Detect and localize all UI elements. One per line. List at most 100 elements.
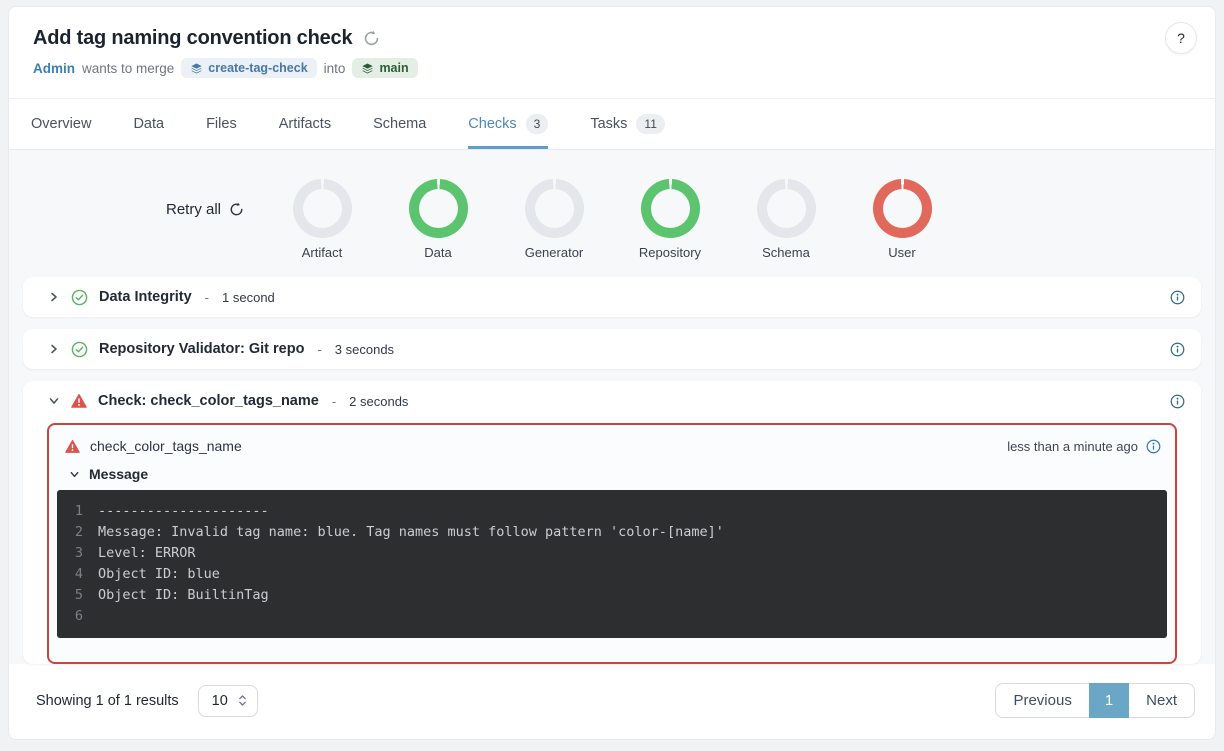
results-count: Showing 1 of 1 results — [36, 693, 179, 709]
user-donut-chart — [873, 179, 932, 238]
next-page-button[interactable]: Next — [1128, 683, 1195, 718]
previous-page-button[interactable]: Previous — [995, 683, 1089, 718]
check-row-header[interactable]: Check: check_color_tags_name - 2 seconds — [23, 381, 1201, 421]
log-line: 2 Message: Invalid tag name: blue. Tag n… — [57, 522, 1167, 543]
merge-text: wants to merge — [82, 61, 174, 76]
donut-label: Generator — [525, 245, 584, 260]
donut-label: Data — [424, 245, 451, 260]
message-section-label: Message — [89, 466, 148, 482]
line-text: Message: Invalid tag name: blue. Tag nam… — [98, 522, 724, 543]
checks-count-badge: 3 — [526, 114, 549, 134]
retry-all-label: Retry all — [166, 201, 221, 218]
target-branch-badge[interactable]: main — [352, 58, 417, 78]
line-number: 5 — [57, 585, 83, 606]
donut-schema[interactable]: Schema — [728, 150, 844, 260]
info-icon[interactable] — [1170, 290, 1185, 305]
page-size-select[interactable]: 10 — [198, 685, 258, 717]
target-branch-label: main — [379, 61, 408, 75]
donut-data[interactable]: Data — [380, 150, 496, 260]
donut-repository[interactable]: Repository — [612, 150, 728, 260]
check-row-data-integrity: Data Integrity - 1 second — [23, 277, 1201, 317]
pagination: Previous 1 Next — [995, 683, 1195, 718]
check-row-color-tags: Check: check_color_tags_name - 2 seconds… — [23, 381, 1201, 664]
checks-list: Data Integrity - 1 second Repository Val… — [9, 275, 1215, 664]
page-size-value: 10 — [212, 693, 228, 709]
info-icon[interactable] — [1170, 342, 1185, 357]
check-duration: 3 seconds — [335, 342, 394, 357]
check-timestamp: less than a minute ago — [1007, 439, 1138, 454]
separator: - — [332, 394, 336, 409]
separator: - — [205, 290, 209, 305]
refresh-icon[interactable] — [363, 30, 380, 47]
line-number: 6 — [57, 606, 83, 627]
log-line: 3 Level: ERROR — [57, 543, 1167, 564]
donut-generator[interactable]: Generator — [496, 150, 612, 260]
current-page-button[interactable]: 1 — [1089, 683, 1129, 718]
chevron-down-icon — [48, 395, 60, 407]
branch-layers-icon — [190, 62, 203, 75]
log-line: 6 — [57, 606, 1167, 627]
check-title: Check: check_color_tags_name — [98, 393, 319, 409]
into-text: into — [324, 61, 346, 76]
header: Add tag naming convention check Admin wa… — [9, 7, 1215, 98]
chevron-right-icon — [48, 343, 60, 355]
tasks-count-badge: 11 — [636, 114, 664, 134]
branch-layers-icon — [361, 62, 374, 75]
log-line: 4 Object ID: blue — [57, 564, 1167, 585]
chevron-right-icon — [48, 291, 60, 303]
source-branch-label: create-tag-check — [208, 61, 307, 75]
tab-schema[interactable]: Schema — [373, 99, 426, 149]
info-icon[interactable] — [1170, 394, 1185, 409]
info-icon[interactable] — [1146, 439, 1161, 454]
check-row-header[interactable]: Data Integrity - 1 second — [23, 277, 1201, 317]
check-error-icon — [65, 439, 80, 454]
donut-label: Repository — [639, 245, 701, 260]
separator: - — [317, 342, 321, 357]
line-text: Object ID: blue — [98, 564, 220, 585]
donut-artifact[interactable]: Artifact — [264, 150, 380, 260]
artifact-donut-chart — [293, 179, 352, 238]
page-title: Add tag naming convention check — [33, 27, 352, 50]
line-text: Object ID: BuiltinTag — [98, 585, 269, 606]
checks-summary-band: Retry all Artifact Data Generator Reposi… — [9, 150, 1215, 275]
source-branch-badge[interactable]: create-tag-check — [181, 58, 316, 78]
check-title: Repository Validator: Git repo — [99, 341, 304, 357]
tab-tasks[interactable]: Tasks 11 — [590, 99, 665, 149]
line-number: 4 — [57, 564, 83, 585]
help-button[interactable]: ? — [1165, 22, 1197, 54]
tab-files[interactable]: Files — [206, 99, 237, 149]
line-number: 3 — [57, 543, 83, 564]
tab-checks-label: Checks — [468, 116, 516, 132]
line-text: --------------------- — [98, 501, 269, 522]
tab-bar: Overview Data Files Artifacts Schema Che… — [9, 98, 1215, 150]
author-link[interactable]: Admin — [33, 61, 75, 76]
donut-label: Artifact — [302, 245, 342, 260]
results-footer: Showing 1 of 1 results 10 Previous 1 Nex… — [9, 672, 1215, 731]
check-row-repository-validator: Repository Validator: Git repo - 3 secon… — [23, 329, 1201, 369]
line-number: 1 — [57, 501, 83, 522]
tab-overview[interactable]: Overview — [31, 99, 91, 149]
donut-label: User — [888, 245, 915, 260]
donut-user[interactable]: User — [844, 150, 960, 260]
updown-chevrons-icon — [238, 693, 247, 708]
merge-request-card: Add tag naming convention check Admin wa… — [8, 6, 1216, 740]
retry-icon — [229, 202, 244, 217]
tab-artifacts[interactable]: Artifacts — [279, 99, 331, 149]
chevron-down-icon — [69, 469, 80, 480]
check-duration: 1 second — [222, 290, 275, 305]
line-text: Level: ERROR — [98, 543, 196, 564]
merge-subtitle: Admin wants to merge create-tag-check in… — [33, 58, 1199, 78]
check-error-icon — [71, 393, 87, 409]
tab-data[interactable]: Data — [133, 99, 164, 149]
message-section-toggle[interactable]: Message — [49, 459, 1175, 488]
log-line: 1 --------------------- — [57, 501, 1167, 522]
donut-label: Schema — [762, 245, 810, 260]
check-duration: 2 seconds — [349, 394, 408, 409]
check-row-header[interactable]: Repository Validator: Git repo - 3 secon… — [23, 329, 1201, 369]
line-number: 2 — [57, 522, 83, 543]
check-success-icon — [71, 341, 88, 358]
tab-tasks-label: Tasks — [590, 116, 627, 132]
retry-all-button[interactable]: Retry all — [166, 201, 264, 218]
data-donut-chart — [409, 179, 468, 238]
tab-checks[interactable]: Checks 3 — [468, 99, 548, 149]
